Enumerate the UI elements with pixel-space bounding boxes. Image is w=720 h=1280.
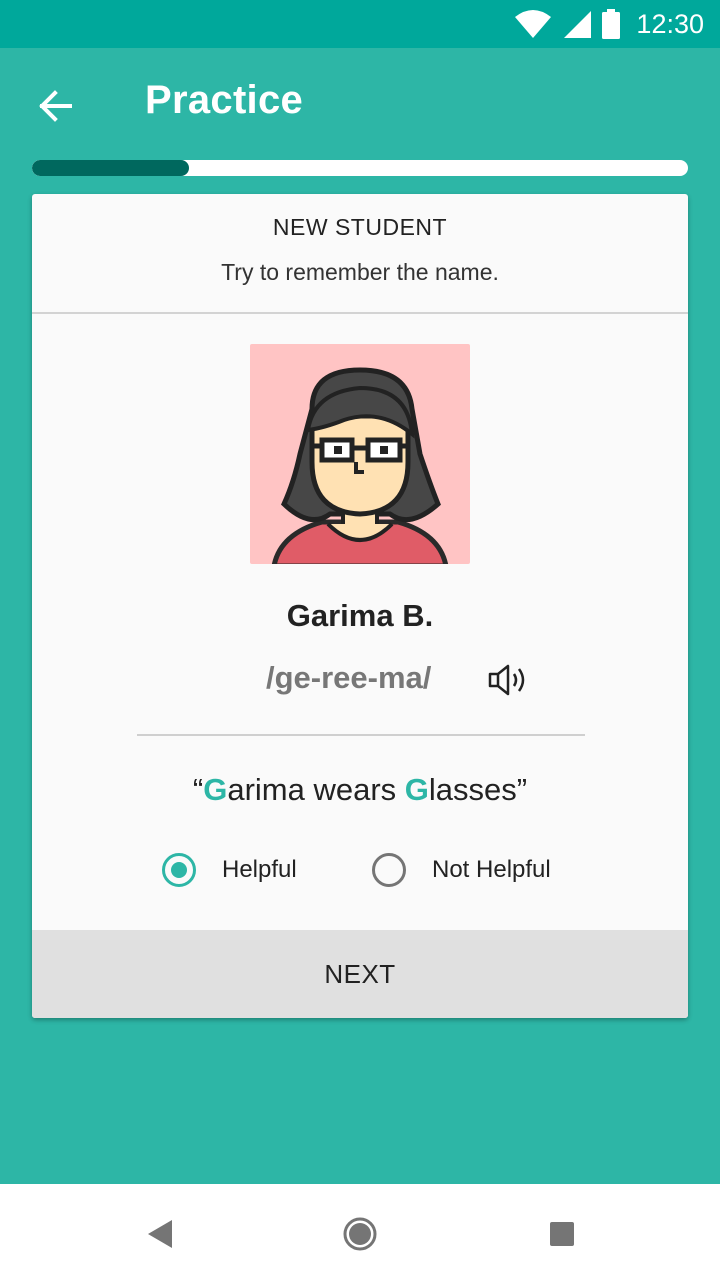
- practice-card: NEW STUDENT Try to remember the name. Ga…: [32, 194, 688, 1018]
- progress-bar: [32, 160, 688, 176]
- mnemonic-part: arima wears: [227, 772, 405, 807]
- radio-helpful-label: Helpful: [222, 856, 297, 883]
- nav-recents-icon[interactable]: [542, 1214, 582, 1254]
- mnemonic-highlight: G: [203, 772, 228, 807]
- student-avatar: [250, 344, 470, 564]
- card-header: NEW STUDENT Try to remember the name.: [32, 194, 688, 314]
- student-name: Garima B.: [286, 598, 434, 633]
- page-title: Practice: [145, 78, 304, 122]
- mnemonic-highlight: G: [404, 772, 429, 807]
- radio-not-helpful[interactable]: Not Helpful: [372, 848, 551, 892]
- system-nav-bar: [0, 1184, 720, 1280]
- signal-icon: [564, 11, 592, 38]
- mnemonic-text: “Garima wears Glasses”: [32, 772, 688, 808]
- next-button[interactable]: NEXT: [32, 930, 688, 1018]
- radio-not-helpful-label: Not Helpful: [432, 856, 551, 883]
- mnemonic-part: “: [192, 772, 204, 807]
- app-bar: Practice: [0, 48, 720, 160]
- speaker-icon[interactable]: [486, 662, 530, 698]
- pronunciation-row: /ge-ree-ma/: [32, 660, 688, 704]
- nav-home-icon[interactable]: [340, 1214, 380, 1254]
- radio-helpful[interactable]: Helpful: [162, 848, 297, 892]
- nav-back-icon[interactable]: [140, 1214, 180, 1254]
- wifi-icon: [515, 10, 552, 38]
- card-label: NEW STUDENT: [272, 214, 448, 240]
- arrow-left-icon[interactable]: [34, 84, 78, 128]
- radio-selected-icon[interactable]: [162, 853, 196, 887]
- battery-icon: [602, 9, 621, 39]
- status-time: 12:30: [636, 8, 704, 39]
- card-instruction: Try to remember the name.: [221, 259, 499, 285]
- avatar-illustration: [271, 367, 449, 564]
- radio-unselected-icon[interactable]: [372, 853, 406, 887]
- status-bar: 12:30: [0, 0, 720, 48]
- pronunciation-text: /ge-ree-ma/: [266, 660, 432, 695]
- mnemonic-part: lasses”: [428, 772, 528, 807]
- progress-fill: [32, 160, 190, 176]
- divider: [137, 734, 585, 736]
